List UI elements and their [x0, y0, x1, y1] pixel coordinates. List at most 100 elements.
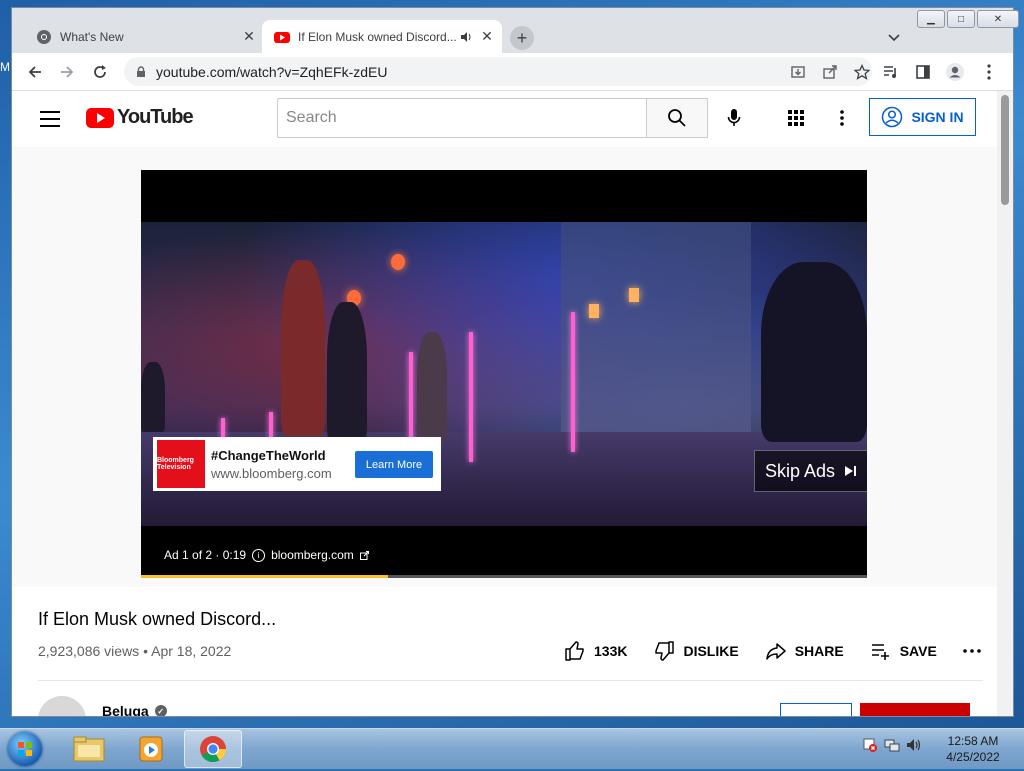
- ad-progress-fill: [141, 575, 388, 578]
- more-vert-icon: [840, 110, 844, 126]
- address-text: youtube.com/watch?v=ZqhEFk-zdEU: [156, 63, 388, 80]
- profile-icon[interactable]: [944, 61, 966, 83]
- apps-grid-button[interactable]: [778, 100, 814, 136]
- sign-in-label: SIGN IN: [911, 109, 964, 125]
- chrome-icon: [200, 736, 227, 763]
- channel-name[interactable]: Beluga ✓: [102, 703, 167, 716]
- share-label: SHARE: [794, 643, 844, 659]
- ad-url: www.bloomberg.com: [211, 465, 332, 481]
- video-player[interactable]: Bloomberg Television #ChangeTheWorld www…: [141, 170, 867, 578]
- youtube-header: YouTube Search SIGN IN: [12, 91, 997, 147]
- account-circle-icon: [882, 106, 903, 128]
- menu-icon[interactable]: [40, 111, 60, 127]
- speaker-icon[interactable]: [458, 29, 474, 45]
- close-tab-icon[interactable]: ✕: [478, 28, 496, 46]
- video-meta: 2,923,086 views • Apr 18, 2022: [38, 643, 232, 659]
- bloomberg-logo: Bloomberg Television: [157, 440, 205, 488]
- share-button[interactable]: SHARE: [765, 640, 844, 662]
- media-control-icon[interactable]: [880, 61, 902, 83]
- taskbar-media-player[interactable]: [122, 730, 180, 768]
- tab-youtube-video[interactable]: If Elon Musk owned Discord... ✕: [262, 20, 502, 53]
- taskbar-file-explorer[interactable]: [60, 730, 118, 768]
- voice-search-button[interactable]: [716, 100, 752, 136]
- media-player-icon: [139, 736, 163, 762]
- youtube-logo[interactable]: YouTube: [86, 106, 194, 129]
- info-icon[interactable]: i: [252, 548, 266, 562]
- external-link-icon: [359, 550, 369, 560]
- apps-grid-icon: [788, 110, 804, 126]
- dislike-button[interactable]: DISLIKE: [653, 640, 739, 662]
- learn-more-button[interactable]: Learn More: [355, 451, 433, 478]
- sign-in-button[interactable]: SIGN IN: [869, 98, 976, 136]
- like-count: 133K: [594, 643, 628, 659]
- scrollbar-thumb[interactable]: [1001, 95, 1009, 205]
- settings-more-button[interactable]: [824, 100, 860, 136]
- search-bar: [277, 98, 708, 138]
- join-button[interactable]: JOIN: [780, 703, 852, 716]
- side-panel-icon[interactable]: [912, 61, 934, 83]
- ad-title: #ChangeTheWorld: [211, 447, 326, 463]
- search-input[interactable]: [277, 98, 646, 138]
- upload-date: Apr 18, 2022: [151, 643, 232, 659]
- reload-button[interactable]: [89, 61, 111, 83]
- subscribe-button[interactable]: SUBSCRIBE: [860, 703, 970, 716]
- forward-button[interactable]: [56, 61, 78, 83]
- address-bar[interactable]: youtube.com/watch?v=ZqhEFk-zdEU: [124, 57, 872, 86]
- lock-icon[interactable]: [134, 65, 148, 78]
- video-title: If Elon Musk owned Discord...: [38, 609, 277, 629]
- like-button[interactable]: 133K: [564, 640, 627, 662]
- close-tab-icon[interactable]: ✕: [240, 28, 258, 46]
- skip-ads-label: Skip Ads: [764, 460, 836, 481]
- more-actions-button[interactable]: [963, 649, 981, 653]
- ad-overlay-card[interactable]: Bloomberg Television #ChangeTheWorld www…: [153, 437, 441, 491]
- ad-domain-link[interactable]: bloomberg.com: [271, 548, 354, 562]
- youtube-icon: [274, 29, 290, 45]
- view-count: 2,923,086 views: [38, 643, 140, 659]
- system-tray: [862, 737, 922, 758]
- tab-whats-new[interactable]: What's New ✕: [24, 20, 264, 53]
- save-label: SAVE: [899, 643, 937, 659]
- ad-progress-bar[interactable]: [141, 575, 867, 578]
- microphone-icon: [727, 109, 741, 126]
- minimize-button[interactable]: ▁: [917, 10, 945, 28]
- channel-avatar[interactable]: [38, 696, 86, 716]
- avatar-image: [38, 696, 86, 716]
- ad-info-bar: Ad 1 of 2 · 0:19 i bloomberg.com: [164, 548, 369, 562]
- skip-next-icon: [845, 466, 857, 476]
- windows-taskbar: 12:58 AM 4/25/2022: [0, 728, 1024, 769]
- maximize-button[interactable]: □: [947, 10, 975, 28]
- ad-text: #ChangeTheWorld www.bloomberg.com: [211, 448, 332, 481]
- back-button[interactable]: [24, 61, 46, 83]
- divider: [38, 680, 983, 681]
- skip-ads-button[interactable]: Skip Ads: [754, 450, 867, 492]
- playlist-add-icon: [871, 644, 889, 660]
- share-arrow-icon: [765, 643, 786, 660]
- close-window-button[interactable]: ✕: [977, 10, 1019, 28]
- search-icon: [668, 109, 686, 127]
- video-actions: 133K DISLIKE SHARE SAVE: [564, 640, 997, 662]
- save-button[interactable]: SAVE: [870, 640, 937, 662]
- search-button[interactable]: [646, 98, 708, 138]
- chevron-down-icon[interactable]: [884, 28, 904, 48]
- chrome-window: What's New ✕ If Elon Musk owned Discord.…: [12, 8, 1019, 716]
- start-button[interactable]: [4, 731, 46, 767]
- volume-icon[interactable]: [906, 737, 922, 758]
- taskbar-chrome[interactable]: [184, 730, 242, 768]
- system-clock[interactable]: 12:58 AM 4/25/2022: [934, 733, 1012, 765]
- tab-strip: What's New ✕ If Elon Musk owned Discord.…: [12, 8, 1019, 53]
- more-vert-icon[interactable]: [978, 61, 1000, 83]
- share-icon[interactable]: [820, 62, 840, 82]
- page-scrollbar[interactable]: [997, 91, 1013, 716]
- ad-counter: Ad 1 of 2 · 0:19: [164, 548, 247, 562]
- network-icon[interactable]: [884, 737, 900, 758]
- new-tab-button[interactable]: +: [510, 26, 534, 50]
- thumbs-up-icon: [565, 641, 584, 661]
- install-icon[interactable]: [788, 62, 808, 82]
- chrome-icon: [36, 29, 52, 45]
- ad-logo-text: Bloomberg Television: [157, 457, 194, 471]
- tab-title: What's New: [60, 29, 124, 44]
- star-icon[interactable]: [852, 62, 872, 82]
- windows-logo-icon: [8, 732, 42, 766]
- youtube-page: YouTube Search SIGN IN Bloomberg Televis…: [12, 91, 997, 716]
- action-center-icon[interactable]: [862, 737, 878, 758]
